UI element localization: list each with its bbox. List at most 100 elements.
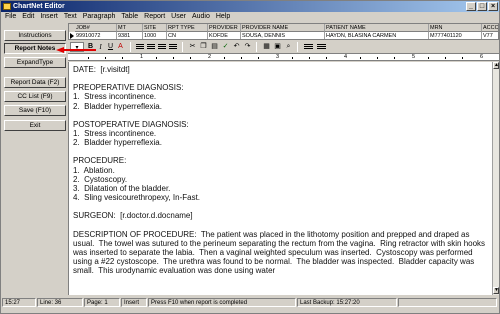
cell-patient-name: HAYDN, BLASINA CARMEN: [325, 32, 429, 39]
menu-report[interactable]: Report: [141, 12, 168, 22]
procedure-heading: PROCEDURE:: [73, 156, 127, 166]
postop-item: 1. Stress incontinence.: [73, 129, 157, 139]
cell-site: 1000: [143, 32, 167, 39]
underline-button[interactable]: U: [106, 42, 115, 52]
menu-file[interactable]: File: [1, 12, 19, 22]
minimize-button[interactable]: _: [466, 2, 476, 11]
cell-job: 99910072: [75, 32, 117, 39]
scroll-up-icon[interactable]: ▲: [493, 62, 499, 69]
col-provider[interactable]: PROVIDER: [208, 24, 241, 32]
toolbar-separator: [297, 42, 298, 52]
col-rpt-type[interactable]: RPT TYPE: [167, 24, 208, 32]
vertical-scrollbar[interactable]: ▲ ▼: [492, 62, 499, 295]
app-icon: [3, 3, 11, 10]
maximize-button[interactable]: □: [477, 2, 487, 11]
ruler-tick: [122, 57, 123, 59]
ruler[interactable]: 1 2 3 4 5 6: [68, 53, 499, 61]
col-site[interactable]: SITE: [143, 24, 167, 32]
align-center-icon[interactable]: [147, 44, 155, 50]
cell-acco: V77: [482, 32, 498, 39]
redo-icon[interactable]: ↷: [243, 42, 252, 52]
format-toolbar: ▾ B I U A ✂ ❐ ▤ ✓ ↶ ↷ ▦ ▣ ⌕: [68, 41, 499, 53]
col-job[interactable]: JOB#: [75, 24, 117, 32]
exit-button[interactable]: Exit: [4, 120, 66, 131]
ruler-tick: [173, 57, 174, 59]
align-right-icon[interactable]: [158, 44, 166, 50]
ruler-tick: [224, 57, 225, 59]
app-window: ChartNet Editor _ □ × File Edit Insert Text…: [0, 0, 500, 314]
find-icon[interactable]: ⌕: [284, 42, 293, 52]
date-line: DATE: [r.visitdt]: [73, 65, 130, 74]
cell-rpt-type: CN: [167, 32, 208, 39]
scroll-down-icon[interactable]: ▼: [493, 287, 499, 294]
instructions-button[interactable]: Instructions: [4, 30, 66, 41]
cut-icon[interactable]: ✂: [188, 42, 197, 52]
report-editor[interactable]: DATE: [r.visitdt] PREOPERATIVE DIAGNOSIS…: [68, 62, 492, 295]
ruler-tick: [360, 57, 361, 59]
status-empty: [398, 298, 497, 307]
font-color-button[interactable]: A: [116, 42, 125, 52]
description-paragraph: DESCRIPTION OF PROCEDURE: The patient wa…: [73, 229, 488, 276]
cell-mt: 9381: [117, 32, 143, 39]
ruler-mark: 3: [276, 54, 280, 60]
menu-help[interactable]: Help: [213, 12, 233, 22]
window-title: ChartNet Editor: [13, 3, 65, 10]
menu-user[interactable]: User: [168, 12, 189, 22]
procedure-item: 2. Cystoscopy.: [73, 174, 128, 184]
cell-mrn: M777401120: [429, 32, 482, 39]
align-left-icon[interactable]: [136, 44, 144, 50]
italic-button[interactable]: I: [96, 42, 105, 52]
preop-item: 1. Stress incontinence.: [73, 92, 157, 102]
expand-type-button[interactable]: ExpandType: [4, 57, 66, 68]
ruler-mark: 6: [480, 54, 484, 60]
menu-table[interactable]: Table: [118, 12, 141, 22]
menu-edit[interactable]: Edit: [19, 12, 37, 22]
toolbar-separator: [182, 42, 183, 52]
col-provider-name[interactable]: PROVIDER NAME: [241, 24, 325, 32]
paste-icon[interactable]: ▤: [210, 42, 219, 52]
col-mt[interactable]: MT: [117, 24, 143, 32]
ruler-tick: [445, 57, 446, 59]
ruler-tick: [428, 57, 429, 59]
procedure-item: 4. Sling vesicourethropexy, In-Fast.: [73, 193, 201, 203]
menu-paragraph[interactable]: Paragraph: [80, 12, 119, 22]
table-icon[interactable]: ▦: [262, 42, 271, 52]
numbered-list-icon[interactable]: [317, 44, 326, 50]
table-row[interactable]: 99910072 9381 1000 CN KOFDE SOUSA, DENNI…: [69, 32, 498, 39]
status-time: 15:27: [2, 298, 36, 307]
job-grid: JOB# MT SITE RPT TYPE PROVIDER PROVIDER …: [68, 23, 499, 40]
undo-icon[interactable]: ↶: [232, 42, 241, 52]
report-data-button[interactable]: Report Data (F2): [4, 77, 66, 88]
ruler-tick: [292, 57, 293, 59]
col-mrn[interactable]: MRN: [429, 24, 482, 32]
ruler-tick: [105, 57, 106, 59]
status-mode: Insert: [121, 298, 147, 307]
ruler-mark: 4: [344, 54, 348, 60]
ruler-tick: [258, 57, 259, 59]
save-button[interactable]: Save (F10): [4, 105, 66, 116]
menu-audio[interactable]: Audio: [189, 12, 213, 22]
col-patient-name[interactable]: PATIENT NAME: [325, 24, 429, 32]
ruler-tick: [190, 57, 191, 59]
procedure-item: 3. Dilatation of the bladder.: [73, 184, 171, 194]
cc-list-button[interactable]: CC List (F9): [4, 91, 66, 102]
ruler-mark: 5: [412, 54, 416, 60]
image-icon[interactable]: ▣: [273, 42, 282, 52]
sidebar: Instructions Report Notes ExpandType Rep…: [2, 23, 68, 296]
grid-header: JOB# MT SITE RPT TYPE PROVIDER PROVIDER …: [69, 24, 498, 32]
ruler-tick: [309, 57, 310, 59]
menu-text[interactable]: Text: [61, 12, 80, 22]
postop-heading: POSTOPERATIVE DIAGNOSIS:: [73, 119, 189, 129]
preop-heading: PREOPERATIVE DIAGNOSIS:: [73, 83, 184, 93]
close-button[interactable]: ×: [488, 2, 498, 11]
menu-insert[interactable]: Insert: [37, 12, 61, 22]
align-justify-icon[interactable]: [169, 44, 177, 50]
row-pointer-icon: [70, 33, 74, 39]
status-message: Press F10 when report is completed: [148, 298, 296, 307]
col-acco[interactable]: ACCO: [482, 24, 498, 32]
spellcheck-icon[interactable]: ✓: [221, 42, 230, 52]
copy-icon[interactable]: ❐: [199, 42, 208, 52]
ruler-tick: [156, 57, 157, 59]
ruler-tick: [377, 57, 378, 59]
bullet-list-icon[interactable]: [304, 44, 313, 50]
